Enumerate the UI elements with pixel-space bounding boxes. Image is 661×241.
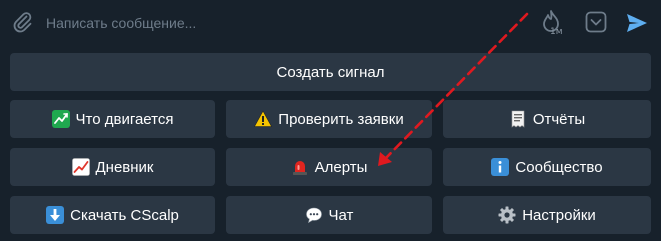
whats-moving-button[interactable]: Что двигается [10,100,215,138]
check-orders-label: Проверить заявки [278,110,404,128]
siren-icon [291,158,309,176]
chat-label: Чат [328,206,354,224]
chart-increasing-icon [71,158,90,176]
community-button[interactable]: Сообщество [443,148,651,186]
message-input[interactable] [44,10,508,36]
create-signal-label: Создать сигнал [276,63,385,81]
settings-label: Настройки [522,206,596,224]
create-signal-button[interactable]: Создать сигнал [10,53,651,91]
down-arrow-icon [46,206,65,224]
check-orders-button[interactable]: Проверить заявки [226,100,432,138]
reports-label: Отчёты [532,110,586,128]
download-cscalp-label: Скачать CScalp [70,206,179,224]
gear-icon [498,206,516,224]
diary-button[interactable]: Дневник [10,148,215,186]
alerts-button[interactable]: Алерты [226,148,432,186]
chat-button[interactable]: Чат [226,196,432,234]
timer-value: 1м [550,27,563,37]
send-icon[interactable] [625,11,649,35]
keyboard-toggle-icon[interactable] [585,11,607,33]
paperclip-icon[interactable] [10,10,34,34]
download-cscalp-button[interactable]: Скачать CScalp [10,196,215,234]
community-label: Сообщество [515,158,603,176]
reports-button[interactable]: Отчёты [443,100,651,138]
speech-bubble-icon [305,206,323,224]
message-composer: 1м [0,0,661,46]
receipt-icon [509,110,527,128]
whats-moving-label: Что двигается [75,110,174,128]
chart-up-icon [51,110,70,128]
diary-label: Дневник [95,158,154,176]
alerts-label: Алерты [314,158,368,176]
settings-button[interactable]: Настройки [443,196,651,234]
warning-icon [254,110,273,128]
info-icon [491,158,510,176]
